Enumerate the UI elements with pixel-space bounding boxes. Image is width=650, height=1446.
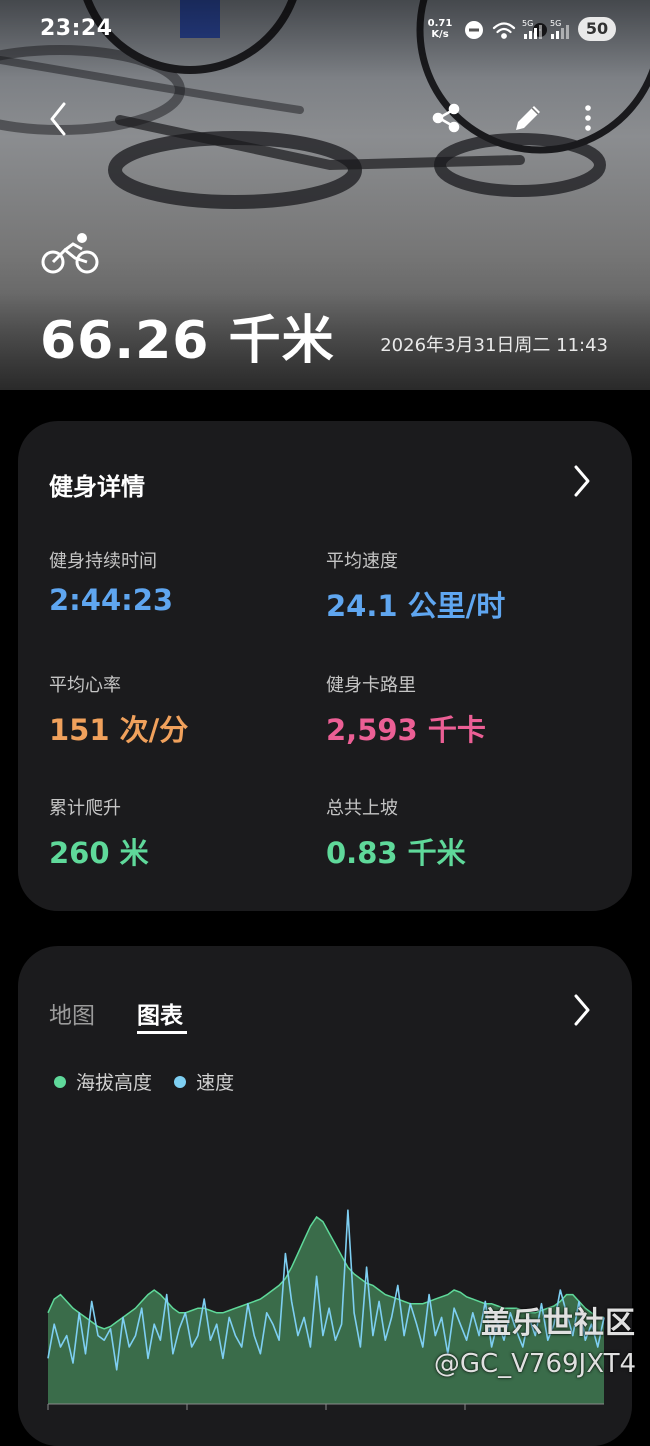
active-tab-indicator: [137, 1031, 187, 1034]
watermark-site: 盖乐世社区: [481, 1306, 636, 1341]
chart-expand-button[interactable]: [566, 990, 598, 1034]
stat-label: 累计爬升: [49, 798, 121, 819]
more-vertical-icon: [585, 105, 591, 131]
stat-label: 健身持续时间: [49, 551, 157, 572]
stat-label: 总共上坡: [326, 798, 398, 819]
stat-avg-speed: 平均速度 24.1 公里/时: [326, 547, 505, 625]
status-time: 23:24: [40, 16, 113, 41]
signal-icon-sim1: 5G: [522, 19, 542, 39]
stat-avg-heart-rate: 平均心率 151 次/分: [49, 671, 188, 749]
more-options-button[interactable]: [570, 96, 606, 140]
stat-value: 2:44:23: [49, 583, 174, 617]
network-speed-value: 0.71: [427, 18, 453, 29]
cycling-icon: [41, 233, 99, 274]
chevron-right-icon: [574, 465, 590, 497]
stat-value: 0.83 千米: [326, 836, 466, 870]
pencil-icon: [516, 106, 540, 130]
signal-label-sim1: 5G: [522, 19, 533, 28]
details-title: 健身详情: [49, 473, 145, 501]
share-icon: [432, 103, 460, 133]
workout-datetime: 2026年3月31日周二 11:43: [380, 335, 608, 356]
workout-details-card: 健身详情 健身持续时间 2:44:23 平均速度 24.1 公里/时 平均心率 …: [18, 421, 632, 911]
legend-item-elevation: 海拔高度: [54, 1068, 152, 1095]
tab-map[interactable]: 地图: [49, 996, 95, 1030]
stat-label: 平均速度: [326, 551, 398, 572]
do-not-disturb-icon: [465, 21, 483, 39]
network-speed: 0.71 K/s: [424, 18, 456, 40]
workout-hero-photo: 23:24 0.71 K/s 5G 5G 50 66.26 千米 2026年3月…: [0, 0, 650, 390]
chart-legend: 海拔高度 速度: [54, 1068, 250, 1095]
share-button[interactable]: [424, 96, 468, 140]
tab-chart[interactable]: 图表: [137, 996, 183, 1030]
edit-button[interactable]: [506, 96, 550, 140]
workout-distance: 66.26 千米: [40, 311, 335, 371]
details-expand-button[interactable]: [566, 461, 598, 505]
elevation-speed-chart: [47, 1209, 605, 1410]
watermark-user: @GC_V769JXT4: [433, 1349, 636, 1379]
stat-duration: 健身持续时间 2:44:23: [49, 547, 173, 617]
stat-value: 2,593 千卡: [326, 713, 486, 747]
stat-label: 健身卡路里: [326, 675, 416, 696]
stat-value: 24.1 公里/时: [326, 589, 506, 623]
signal-icon-sim2: 5G: [550, 19, 569, 39]
network-speed-unit: K/s: [431, 29, 449, 40]
legend-label: 海拔高度: [76, 1072, 153, 1094]
stat-elevation-gain: 累计爬升 260 米: [49, 794, 149, 872]
chevron-left-icon: [50, 102, 66, 136]
status-bar: 23:24 0.71 K/s 5G 5G 50: [0, 0, 650, 60]
legend-label: 速度: [196, 1072, 235, 1094]
stat-uphill-distance: 总共上坡 0.83 千米: [326, 794, 466, 872]
battery-indicator: 50: [578, 17, 616, 41]
stat-calories: 健身卡路里 2,593 千卡: [326, 671, 486, 749]
legend-dot: [54, 1076, 66, 1088]
stat-value: 260 米: [49, 836, 149, 870]
stat-label: 平均心率: [49, 675, 121, 696]
back-button[interactable]: [38, 98, 78, 142]
status-icons: 5G 5G: [465, 19, 569, 39]
signal-label-sim2: 5G: [550, 19, 561, 28]
wifi-icon: [492, 22, 516, 39]
stat-value: 151 次/分: [49, 713, 189, 747]
chevron-right-icon: [574, 994, 590, 1026]
legend-dot: [174, 1076, 187, 1088]
legend-item-speed: 速度: [174, 1068, 234, 1095]
